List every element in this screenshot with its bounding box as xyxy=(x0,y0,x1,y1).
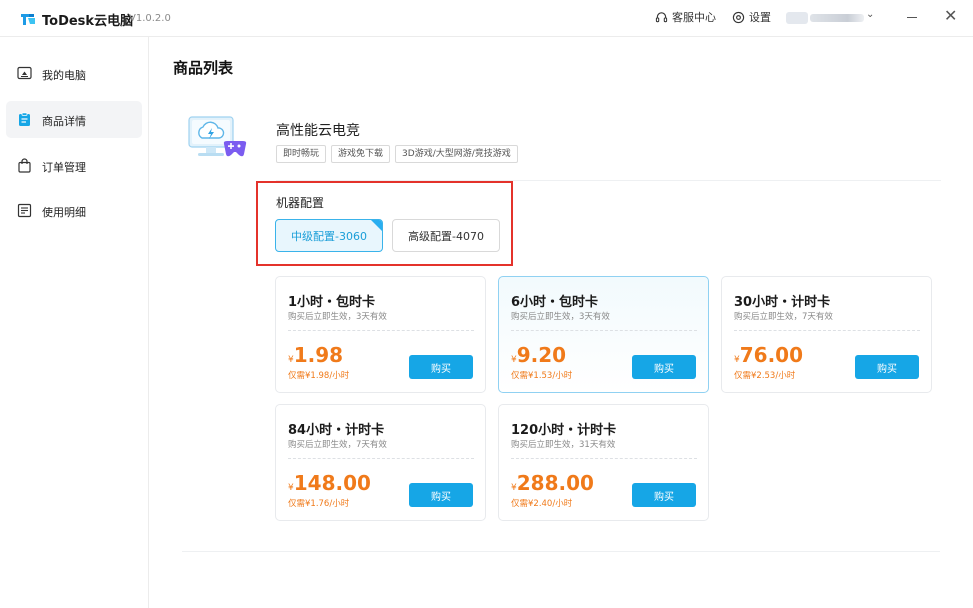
product-card-1h: 1小时・包时卡 购买后立即生效，3天有效 ¥1.98 仅需¥1.98/小时 购买 xyxy=(275,276,486,393)
app-title: ToDesk云电脑 xyxy=(42,14,134,29)
card-separator xyxy=(288,458,474,459)
avatar xyxy=(786,12,808,24)
buy-button[interactable]: 购买 xyxy=(409,355,473,379)
card-unit-price: 仅需¥1.98/小时 xyxy=(288,371,350,381)
title-bar: ToDesk云电脑 V1.0.2.0 客服中心 设置 ⌄ ✕ xyxy=(0,0,973,37)
sidebar-item-label: 订单管理 xyxy=(42,161,86,174)
selected-corner-marker xyxy=(371,220,382,231)
divider xyxy=(182,551,940,552)
settings-label: 设置 xyxy=(749,11,771,24)
card-unit-price: 仅需¥1.53/小时 xyxy=(511,371,573,381)
card-separator xyxy=(511,330,697,331)
cloud-gaming-monitor-icon xyxy=(188,116,247,157)
headset-icon xyxy=(655,11,668,22)
list-doc-icon xyxy=(17,203,32,218)
card-unit-price: 仅需¥1.76/小时 xyxy=(288,499,350,509)
config-option-mid-3060[interactable]: 中级配置-3060 xyxy=(275,219,383,252)
sidebar-item-product-details[interactable]: 商品详情 xyxy=(6,101,142,138)
buy-button[interactable]: 购买 xyxy=(855,355,919,379)
gear-icon xyxy=(732,11,745,23)
card-price: ¥9.20 xyxy=(511,343,567,367)
sidebar-item-my-computer[interactable]: 我的电脑 xyxy=(6,55,142,92)
card-unit-price: 仅需¥2.53/小时 xyxy=(734,371,796,381)
sidebar-item-usage-details[interactable]: 使用明细 xyxy=(6,192,142,229)
username-blurred xyxy=(810,14,864,22)
product-card-84h: 84小时・计时卡 购买后立即生效，7天有效 ¥148.00 仅需¥1.76/小时… xyxy=(275,404,486,521)
customer-service-button[interactable]: 客服中心 xyxy=(655,9,716,25)
app-version: V1.0.2.0 xyxy=(129,13,171,24)
buy-button[interactable]: 购买 xyxy=(632,483,696,507)
card-price: ¥76.00 xyxy=(734,343,803,367)
product-tag: 即时畅玩 xyxy=(276,145,327,163)
card-desc: 购买后立即生效，3天有效 xyxy=(511,312,610,322)
card-price: ¥148.00 xyxy=(288,471,371,495)
sidebar-item-label: 使用明细 xyxy=(42,206,86,219)
card-title: 30小时・计时卡 xyxy=(734,295,831,310)
chevron-down-icon: ⌄ xyxy=(866,9,875,20)
card-title: 120小时・计时卡 xyxy=(511,423,617,438)
card-desc: 购买后立即生效，31天有效 xyxy=(511,440,616,450)
product-name: 高性能云电竞 xyxy=(276,123,360,139)
card-title: 1小时・包时卡 xyxy=(288,295,376,310)
card-title: 84小时・计时卡 xyxy=(288,423,385,438)
config-title: 机器配置 xyxy=(276,196,325,210)
page-title: 商品列表 xyxy=(173,59,234,77)
card-desc: 购买后立即生效，7天有效 xyxy=(734,312,833,322)
sidebar-item-label: 我的电脑 xyxy=(42,69,86,82)
card-unit-price: 仅需¥2.40/小时 xyxy=(511,499,573,509)
shopping-bag-icon xyxy=(18,158,31,173)
buy-button[interactable]: 购买 xyxy=(632,355,696,379)
sidebar-item-label: 商品详情 xyxy=(42,115,86,128)
monitor-icon xyxy=(17,66,32,80)
clipboard-icon xyxy=(19,112,30,126)
card-price: ¥288.00 xyxy=(511,471,594,495)
card-title: 6小时・包时卡 xyxy=(511,295,599,310)
product-card-30h: 30小时・计时卡 购买后立即生效，7天有效 ¥76.00 仅需¥2.53/小时 … xyxy=(721,276,932,393)
sidebar-item-order-management[interactable]: 订单管理 xyxy=(6,147,142,184)
card-desc: 购买后立即生效，3天有效 xyxy=(288,312,387,322)
minimize-button[interactable] xyxy=(905,8,921,26)
customer-service-label: 客服中心 xyxy=(672,11,716,24)
card-separator xyxy=(288,330,474,331)
product-tags: 即时畅玩 游戏免下载 3D游戏/大型网游/竞技游戏 xyxy=(276,145,518,163)
product-card-6h: 6小时・包时卡 购买后立即生效，3天有效 ¥9.20 仅需¥1.53/小时 购买 xyxy=(498,276,709,393)
settings-button[interactable]: 设置 xyxy=(732,9,771,25)
config-option-label: 高级配置-4070 xyxy=(408,229,484,243)
product-tag: 游戏免下载 xyxy=(331,145,391,163)
card-desc: 购买后立即生效，7天有效 xyxy=(288,440,387,450)
todesk-logo-icon xyxy=(21,14,35,25)
buy-button[interactable]: 购买 xyxy=(409,483,473,507)
config-option-high-4070[interactable]: 高级配置-4070 xyxy=(392,219,500,252)
user-account-dropdown[interactable]: ⌄ xyxy=(786,9,878,27)
card-price: ¥1.98 xyxy=(288,343,344,367)
sidebar: 我的电脑 商品详情 订单管理 使用明细 xyxy=(0,37,149,608)
card-separator xyxy=(511,458,697,459)
config-option-label: 中级配置-3060 xyxy=(291,229,367,243)
product-tag: 3D游戏/大型网游/竞技游戏 xyxy=(395,145,518,163)
product-card-120h: 120小时・计时卡 购买后立即生效，31天有效 ¥288.00 仅需¥2.40/… xyxy=(498,404,709,521)
card-separator xyxy=(734,330,920,331)
close-button[interactable]: ✕ xyxy=(944,6,957,26)
